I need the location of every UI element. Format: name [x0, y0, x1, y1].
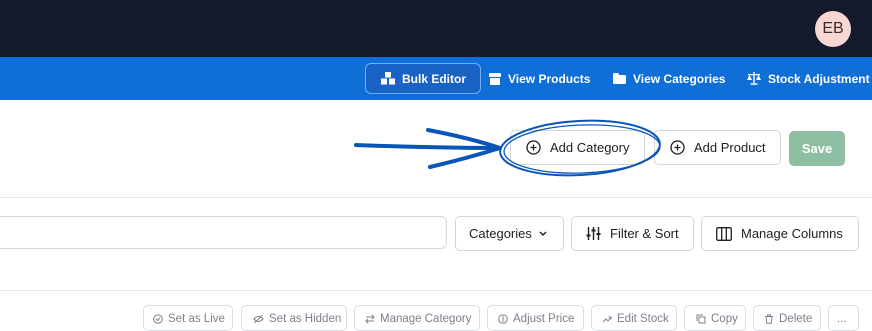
- add-category-button[interactable]: Add Category: [510, 130, 645, 165]
- filter-sort-label: Filter & Sort: [610, 226, 679, 241]
- set-as-hidden-button[interactable]: Set as Hidden: [241, 305, 347, 331]
- manage-category-label: Manage Category: [380, 313, 472, 325]
- annotation-arrow-shaft: [354, 143, 502, 150]
- folder-icon: [613, 73, 626, 84]
- add-category-label: Add Category: [550, 140, 630, 155]
- annotation-arrow-head: [426, 128, 502, 169]
- copy-button[interactable]: Copy: [684, 305, 746, 331]
- divider: [0, 197, 872, 198]
- search-input[interactable]: [0, 216, 447, 249]
- nav-view-categories-label: View Categories: [633, 71, 726, 86]
- edit-stock-button[interactable]: Edit Stock: [591, 305, 677, 331]
- nav-stock-adjustment-label: Stock Adjustment: [768, 71, 870, 86]
- delete-button[interactable]: Delete: [753, 305, 821, 331]
- boxes-icon: [381, 72, 395, 85]
- columns-icon: [716, 226, 732, 241]
- categories-label: Categories: [469, 226, 532, 241]
- set-as-live-label: Set as Live: [168, 313, 225, 325]
- manage-columns-label: Manage Columns: [741, 226, 843, 241]
- manage-columns-button[interactable]: Manage Columns: [701, 216, 859, 251]
- nav-view-products[interactable]: View Products: [489, 63, 590, 94]
- nav-stock-adjustment[interactable]: Stock Adjustment: [747, 63, 870, 94]
- plus-circle-icon: [526, 140, 541, 155]
- save-button[interactable]: Save: [789, 131, 845, 166]
- edit-stock-label: Edit Stock: [617, 313, 669, 325]
- set-as-live-button[interactable]: Set as Live: [143, 305, 233, 331]
- set-as-hidden-label: Set as Hidden: [269, 313, 342, 325]
- adjust-price-button[interactable]: Adjust Price: [487, 305, 584, 331]
- top-bar: EB: [0, 0, 872, 57]
- delete-label: Delete: [779, 313, 813, 325]
- add-product-label: Add Product: [694, 140, 766, 155]
- more-actions-label: ...: [837, 313, 847, 325]
- add-product-button[interactable]: Add Product: [654, 130, 781, 165]
- nav-bulk-editor[interactable]: Bulk Editor: [365, 63, 482, 94]
- nav-view-categories[interactable]: View Categories: [613, 63, 725, 94]
- chevron-down-icon: [539, 231, 547, 236]
- plus-circle-icon: [670, 140, 685, 155]
- manage-category-button[interactable]: Manage Category: [354, 305, 480, 331]
- box-icon: [489, 72, 501, 85]
- scale-icon: [747, 72, 761, 85]
- adjust-price-label: Adjust Price: [513, 313, 575, 325]
- user-avatar[interactable]: EB: [815, 11, 851, 47]
- nav-bar: Bulk Editor View Products View Categorie…: [0, 57, 872, 100]
- divider: [0, 290, 872, 291]
- copy-label: Copy: [711, 313, 738, 325]
- more-actions-button[interactable]: ...: [828, 305, 859, 331]
- nav-bulk-editor-label: Bulk Editor: [402, 71, 467, 86]
- categories-dropdown[interactable]: Categories: [455, 216, 564, 251]
- sliders-icon: [586, 227, 601, 240]
- filter-sort-button[interactable]: Filter & Sort: [571, 216, 694, 251]
- nav-view-products-label: View Products: [508, 71, 591, 86]
